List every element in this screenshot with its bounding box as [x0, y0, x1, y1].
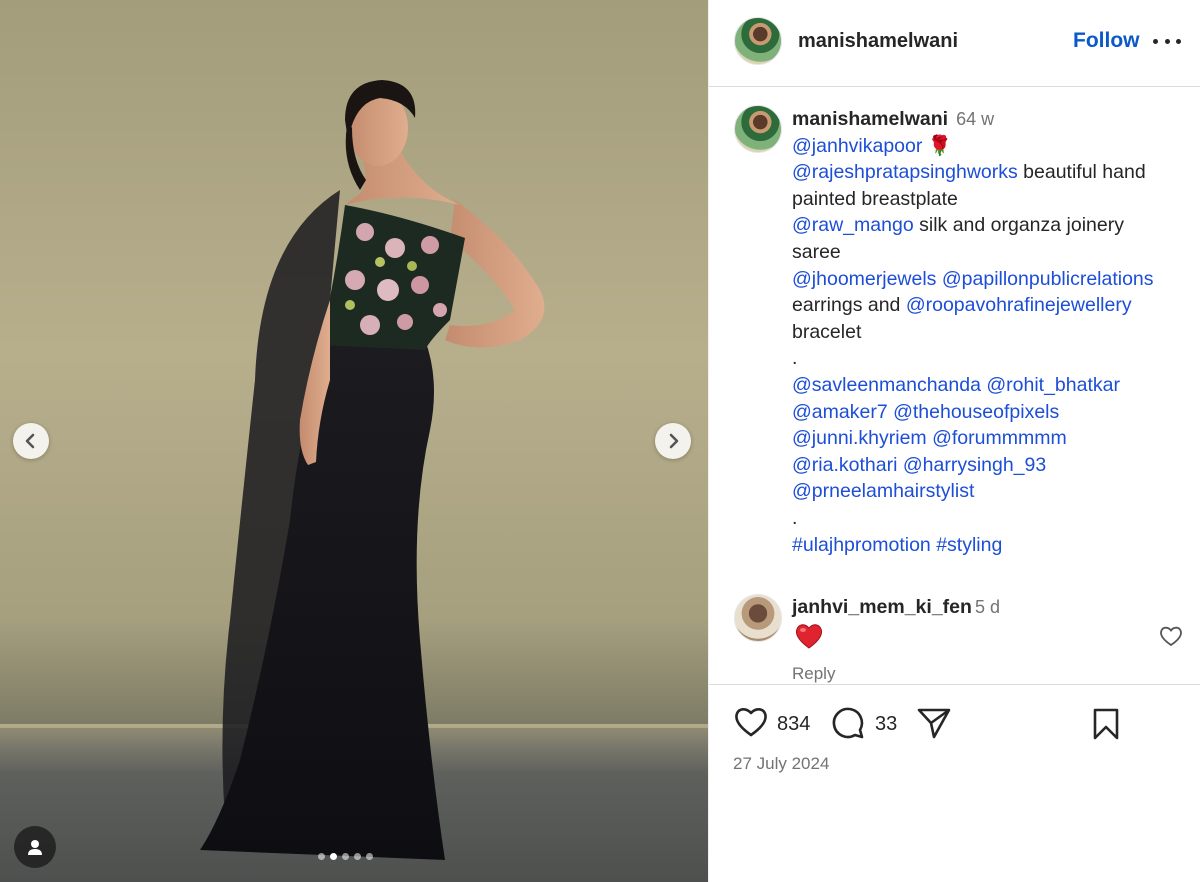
mention-link[interactable]: @jhoomerjewels [792, 268, 936, 290]
caption-text-segment: 🌹 [922, 134, 953, 157]
caption-line: @amaker7 @thehouseofpixels [792, 399, 1192, 426]
bookmark-icon[interactable] [1091, 707, 1121, 741]
mention-link[interactable]: @harrysingh_93 [903, 454, 1046, 476]
mention-link[interactable]: @thehouseofpixels [893, 401, 1059, 423]
caption-line: @rajeshpratapsinghworks beautiful hand [792, 159, 1192, 186]
caption-username[interactable]: manishamelwani [792, 108, 948, 130]
hashtag-link[interactable]: #ulajhpromotion [792, 534, 931, 556]
caption-line: @junni.khyriem @forummmmm [792, 425, 1192, 452]
like-count[interactable]: 834 [777, 713, 810, 736]
caption-text-segment: beautiful hand [1017, 161, 1146, 184]
caption-line: @janhvikapoor 🌹 [792, 133, 1192, 160]
carousel-dot [354, 853, 361, 860]
post-media [0, 0, 708, 882]
caption-line: . [792, 505, 1192, 532]
caption-text-segment: . [792, 347, 798, 370]
user-tag-icon [28, 840, 42, 855]
comment-count[interactable]: 33 [875, 713, 897, 736]
mention-link[interactable]: @prneelamhairstylist [792, 480, 974, 502]
caption-text-segment: earrings and [792, 294, 906, 317]
caption-author-avatar[interactable] [734, 105, 782, 153]
mention-link[interactable]: @roopavohrafinejewellery [906, 294, 1132, 316]
mention-link[interactable]: @raw_mango [792, 214, 914, 236]
caption-line: @ria.kothari @harrysingh_93 [792, 452, 1192, 479]
carousel-indicator [318, 853, 373, 860]
post-header: manishamelwani Follow [709, 0, 1200, 87]
author-username[interactable]: manishamelwani [798, 30, 958, 53]
chevron-right-icon [669, 433, 679, 449]
carousel-dot [330, 853, 337, 860]
comment-time: 5 d [975, 597, 1001, 617]
red-heart-emoji-icon [795, 624, 823, 649]
carousel-dot [366, 853, 373, 860]
carousel-dot [342, 853, 349, 860]
caption-line: @prneelamhairstylist [792, 478, 1192, 505]
reply-link[interactable]: Reply [792, 664, 835, 684]
caption-text-segment: painted breastplate [792, 187, 958, 210]
hashtag-link[interactable]: #styling [936, 534, 1002, 556]
tagged-users-button[interactable] [14, 826, 56, 868]
caption-text-segment: bracelet [792, 320, 862, 343]
mention-link[interactable]: @rajeshpratapsinghworks [792, 161, 1018, 183]
caption-line: @raw_mango silk and organza joinery [792, 212, 1192, 239]
caption-text-segment: saree [792, 240, 841, 263]
mention-link[interactable]: @janhvikapoor [792, 135, 922, 157]
caption-line: saree [792, 239, 1192, 266]
carousel-dot [318, 853, 325, 860]
caption-line: #ulajhpromotion #styling [792, 532, 1192, 559]
mention-link[interactable]: @forummmmm [932, 427, 1067, 449]
mention-link[interactable]: @rohit_bhatkar [986, 374, 1120, 396]
comment-like-heart-icon[interactable] [1158, 624, 1184, 648]
caption-text-segment: silk and organza joinery [913, 214, 1124, 237]
caption-line: bracelet [792, 319, 1192, 346]
carousel-next-button[interactable] [655, 423, 691, 459]
heart-icon[interactable] [733, 705, 769, 739]
follow-button[interactable]: Follow [1073, 29, 1140, 53]
caption-line: painted breastplate [792, 186, 1192, 213]
post-panel: manishamelwani Follow manishamelwani 64 w… [708, 0, 1200, 882]
caption-text-segment: . [792, 506, 798, 529]
more-icon[interactable] [1153, 28, 1181, 54]
post-caption: manishamelwani 64 w @janhvikapoor 🌹 @rajes… [792, 106, 1192, 558]
caption-text: @janhvikapoor 🌹 @rajeshpratapsinghworks b… [792, 133, 1192, 559]
commenter-avatar[interactable] [734, 594, 782, 642]
comment-icon[interactable] [830, 705, 866, 741]
mention-link[interactable]: @savleenmanchanda [792, 374, 981, 396]
mention-link[interactable]: @papillonpublicrelations [942, 268, 1154, 290]
post-date: 27 July 2024 [733, 754, 830, 773]
comment-username[interactable]: janhvi_mem_ki_fen [792, 596, 972, 619]
mention-link[interactable]: @ria.kothari [792, 454, 897, 476]
action-bar: 834 33 27 July 2024 [709, 684, 1200, 882]
caption-line: . [792, 345, 1192, 372]
caption-line: @jhoomerjewels @papillonpublicrelations [792, 266, 1192, 293]
post-photo [200, 80, 545, 860]
mention-link[interactable]: @junni.khyriem [792, 427, 927, 449]
caption-time: 64 w [956, 109, 995, 129]
carousel-prev-button[interactable] [13, 423, 49, 459]
author-avatar[interactable] [734, 17, 782, 65]
chevron-left-icon [25, 433, 35, 449]
share-icon[interactable] [916, 706, 952, 740]
caption-line: @savleenmanchanda @rohit_bhatkar [792, 372, 1192, 399]
caption-line: earrings and @roopavohrafinejewellery [792, 292, 1192, 319]
mention-link[interactable]: @amaker7 [792, 401, 888, 423]
